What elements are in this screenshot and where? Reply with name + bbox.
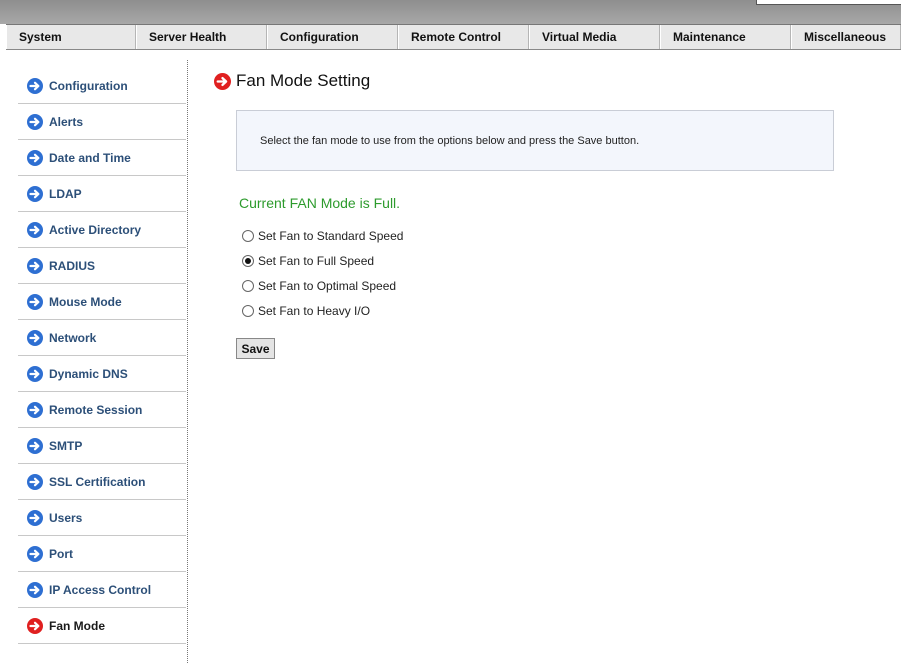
menu-maintenance[interactable]: Maintenance	[660, 25, 791, 49]
fan-mode-radio[interactable]	[242, 254, 254, 267]
sidebar-item-users[interactable]: Users	[18, 500, 186, 536]
sidebar-item-configuration[interactable]: Configuration	[18, 68, 186, 104]
sidebar-item-radius[interactable]: RADIUS	[18, 248, 186, 284]
sidebar-item-label: Fan Mode	[49, 618, 105, 633]
arrow-right-circle-icon	[27, 545, 43, 562]
sidebar-item-ip-access-control[interactable]: IP Access Control	[18, 572, 186, 608]
save-button[interactable]: Save	[236, 338, 275, 359]
arrow-right-circle-icon	[27, 509, 43, 526]
sidebar-item-mouse-mode[interactable]: Mouse Mode	[18, 284, 186, 320]
arrow-right-circle-icon	[27, 365, 43, 382]
arrow-right-circle-icon	[27, 149, 43, 166]
top-banner	[0, 0, 901, 24]
sidebar: Configuration Alerts Date and Time LDAP Acti…	[18, 68, 186, 644]
sidebar-item-label: Port	[49, 546, 73, 561]
menu-configuration[interactable]: Configuration	[267, 25, 398, 49]
sidebar-item-label: Configuration	[49, 78, 128, 93]
menu-remote-control[interactable]: Remote Control	[398, 25, 529, 49]
arrow-right-circle-icon	[214, 72, 231, 90]
sidebar-item-label: Users	[49, 510, 83, 525]
current-fan-mode: Current FAN Mode is Full.	[239, 195, 401, 211]
sidebar-item-port[interactable]: Port	[18, 536, 186, 572]
info-text: Select the fan mode to use from the opti…	[260, 135, 640, 147]
sidebar-item-label: Alerts	[49, 114, 84, 129]
fan-mode-radio[interactable]	[242, 229, 254, 242]
page-title: Fan Mode Setting	[236, 71, 371, 90]
arrow-right-circle-icon	[27, 473, 43, 490]
arrow-right-circle-icon	[27, 401, 43, 418]
sidebar-item-label: Dynamic DNS	[49, 366, 128, 381]
fan-option-2[interactable]: Set Fan to Optimal Speed	[242, 273, 403, 298]
main-menu-bar: System Server Health Configuration Remot…	[6, 24, 901, 50]
sidebar-item-date-and-time[interactable]: Date and Time	[18, 140, 186, 176]
page-title-row: Fan Mode Setting	[214, 71, 370, 91]
arrow-right-circle-icon	[27, 293, 43, 310]
sidebar-item-label: SSL Certification	[49, 474, 146, 489]
sidebar-item-label: Network	[49, 330, 97, 345]
sidebar-item-label: Date and Time	[49, 150, 131, 165]
sidebar-item-fan-mode[interactable]: Fan Mode	[18, 608, 186, 644]
sidebar-item-smtp[interactable]: SMTP	[18, 428, 186, 464]
arrow-right-circle-icon	[27, 257, 43, 274]
arrow-right-circle-icon	[27, 113, 43, 130]
sidebar-item-label: Mouse Mode	[49, 294, 122, 309]
sidebar-item-alerts[interactable]: Alerts	[18, 104, 186, 140]
sidebar-item-remote-session[interactable]: Remote Session	[18, 392, 186, 428]
fan-option-1[interactable]: Set Fan to Full Speed	[242, 248, 403, 273]
sidebar-item-dynamic-dns[interactable]: Dynamic DNS	[18, 356, 186, 392]
sidebar-item-label: SMTP	[49, 438, 83, 453]
sidebar-item-ldap[interactable]: LDAP	[18, 176, 186, 212]
info-box: Select the fan mode to use from the opti…	[236, 110, 834, 171]
sidebar-item-label: IP Access Control	[49, 582, 152, 597]
arrow-right-circle-icon	[27, 617, 43, 634]
menu-system[interactable]: System	[6, 25, 136, 49]
arrow-right-circle-icon	[27, 437, 43, 454]
fan-mode-radio[interactable]	[242, 279, 254, 292]
menu-miscellaneous[interactable]: Miscellaneous	[791, 25, 901, 49]
sidebar-item-label: Remote Session	[49, 402, 143, 417]
fan-mode-label[interactable]: Set Fan to Standard Speed	[258, 229, 403, 243]
sidebar-item-label: RADIUS	[49, 258, 96, 273]
menu-server-health[interactable]: Server Health	[136, 25, 267, 49]
sidebar-item-label: Active Directory	[49, 222, 142, 237]
fan-mode-label[interactable]: Set Fan to Heavy I/O	[258, 304, 370, 318]
menu-virtual-media[interactable]: Virtual Media	[529, 25, 660, 49]
sidebar-divider	[187, 60, 188, 663]
arrow-right-circle-icon	[27, 329, 43, 346]
fan-mode-radio[interactable]	[242, 304, 254, 317]
fan-mode-label[interactable]: Set Fan to Full Speed	[258, 254, 374, 268]
arrow-right-circle-icon	[27, 581, 43, 598]
fan-mode-options: Set Fan to Standard Speed Set Fan to Full…	[242, 223, 403, 323]
sidebar-item-label: LDAP	[49, 186, 82, 201]
sidebar-item-network[interactable]: Network	[18, 320, 186, 356]
banner-box	[756, 0, 901, 5]
fan-option-3[interactable]: Set Fan to Heavy I/O	[242, 298, 403, 323]
sidebar-item-active-directory[interactable]: Active Directory	[18, 212, 186, 248]
arrow-right-circle-icon	[27, 185, 43, 202]
fan-mode-label[interactable]: Set Fan to Optimal Speed	[258, 279, 396, 293]
sidebar-item-ssl-certification[interactable]: SSL Certification	[18, 464, 186, 500]
arrow-right-circle-icon	[27, 221, 43, 238]
fan-option-0[interactable]: Set Fan to Standard Speed	[242, 223, 403, 248]
arrow-right-circle-icon	[27, 77, 43, 94]
